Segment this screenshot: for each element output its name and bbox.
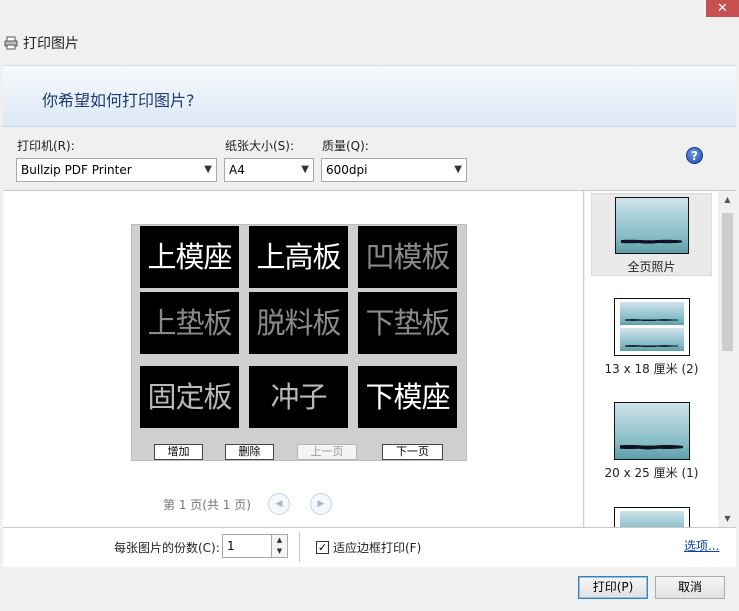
printer-label: 打印机(R): <box>17 139 75 153</box>
paper-size-label: 纸张大小(S): <box>225 139 295 153</box>
layout-scrollbar[interactable]: ▲ ▼ <box>719 191 736 527</box>
next-page-icon[interactable]: ▶ <box>310 493 332 515</box>
copies-label: 每张图片的份数(C): <box>114 541 220 555</box>
preview-tile: 脱料板 <box>249 292 348 354</box>
fit-frame-checkbox[interactable]: ✓ <box>316 541 329 554</box>
next-page-button: 下一页 <box>382 444 443 460</box>
layout-item-more[interactable] <box>591 507 712 527</box>
preview-tile: 凹模板 <box>358 226 457 288</box>
preview-tile: 上高板 <box>249 226 348 288</box>
layout-photo <box>619 302 684 325</box>
scrollbar-thumb[interactable] <box>722 213 733 351</box>
preview-pane: 上模座 上高板 凹模板 上垫板 脱料板 下垫板 固定板 冲子 下模座 增加 删除… <box>3 191 584 527</box>
prev-page-button: 上一页 <box>297 444 357 460</box>
chevron-down-icon: ▼ <box>454 164 462 175</box>
layout-item-13x18[interactable]: 13 x 18 厘米 (2) <box>591 298 712 378</box>
layout-thumbnail <box>613 298 690 356</box>
quality-value: 600dpi <box>326 163 368 177</box>
paper-size-value: A4 <box>229 163 245 177</box>
layout-label: 全页照片 <box>627 260 676 274</box>
options-link[interactable]: 选项... <box>684 537 719 554</box>
layout-label: 20 x 25 厘米 (1) <box>604 466 699 480</box>
header-band: 你希望如何打印图片? <box>3 65 736 127</box>
chevron-down-icon: ▼ <box>204 164 212 175</box>
printer-select[interactable]: Bullzip PDF Printer ▼ <box>16 158 217 182</box>
chevron-down-icon: ▼ <box>301 164 309 175</box>
print-options-band: 每张图片的份数(C): 1 ▲ ▼ ✓ 适应边框打印(F) 选项... <box>3 528 736 567</box>
preview-tile: 上垫板 <box>140 292 239 354</box>
delete-button: 删除 <box>225 444 274 460</box>
layout-label: 13 x 18 厘米 (2) <box>604 362 699 376</box>
stepper-up-icon[interactable]: ▲ <box>272 535 287 546</box>
previous-page-icon[interactable]: ◀ <box>268 493 290 515</box>
layout-thumbnail <box>614 197 689 254</box>
help-icon[interactable]: ? <box>686 147 703 164</box>
preview-image: 上模座 上高板 凹模板 上垫板 脱料板 下垫板 固定板 冲子 下模座 增加 删除… <box>131 224 467 461</box>
fit-frame-label[interactable]: 适应边框打印(F) <box>333 539 421 556</box>
cancel-button[interactable]: 取消 <box>655 576 725 599</box>
preview-tile: 下模座 <box>358 366 457 428</box>
printer-value: Bullzip PDF Printer <box>21 163 132 177</box>
preview-tile: 下垫板 <box>358 292 457 354</box>
quality-label: 质量(Q): <box>322 139 369 153</box>
title-bar: 打印图片 <box>4 33 79 53</box>
close-icon: ✕ <box>717 1 728 16</box>
copies-stepper[interactable]: ▲ ▼ <box>271 534 288 558</box>
add-button: 增加 <box>154 444 203 460</box>
quality-select[interactable]: 600dpi ▼ <box>321 158 467 182</box>
layout-list: 全页照片 13 x 18 厘米 (2) 20 x 25 厘米 (1) <box>585 191 718 527</box>
window-title: 打印图片 <box>23 36 79 52</box>
stepper-down-icon[interactable]: ▼ <box>272 546 287 557</box>
print-button[interactable]: 打印(P) <box>578 576 648 599</box>
copies-input[interactable]: 1 <box>222 534 272 558</box>
layout-thumbnail <box>613 507 690 527</box>
layout-thumbnail <box>613 402 690 460</box>
close-button[interactable]: ✕ <box>706 0 739 17</box>
page-indicator: 第 1 页(共 1 页) <box>163 498 251 512</box>
scroll-down-icon[interactable]: ▼ <box>719 510 736 527</box>
layout-item-20x25[interactable]: 20 x 25 厘米 (1) <box>591 402 712 482</box>
layout-photo <box>619 328 684 351</box>
preview-tile: 冲子 <box>249 366 348 428</box>
layout-item-full-page[interactable]: 全页照片 <box>591 193 712 276</box>
preview-tile: 固定板 <box>140 366 239 428</box>
divider <box>299 532 300 562</box>
scroll-up-icon[interactable]: ▲ <box>719 191 736 208</box>
paper-size-select[interactable]: A4 ▼ <box>224 158 314 182</box>
layout-photo <box>619 511 684 527</box>
preview-tile: 上模座 <box>140 226 239 288</box>
printer-icon <box>4 36 18 50</box>
header-prompt: 你希望如何打印图片? <box>42 91 195 110</box>
